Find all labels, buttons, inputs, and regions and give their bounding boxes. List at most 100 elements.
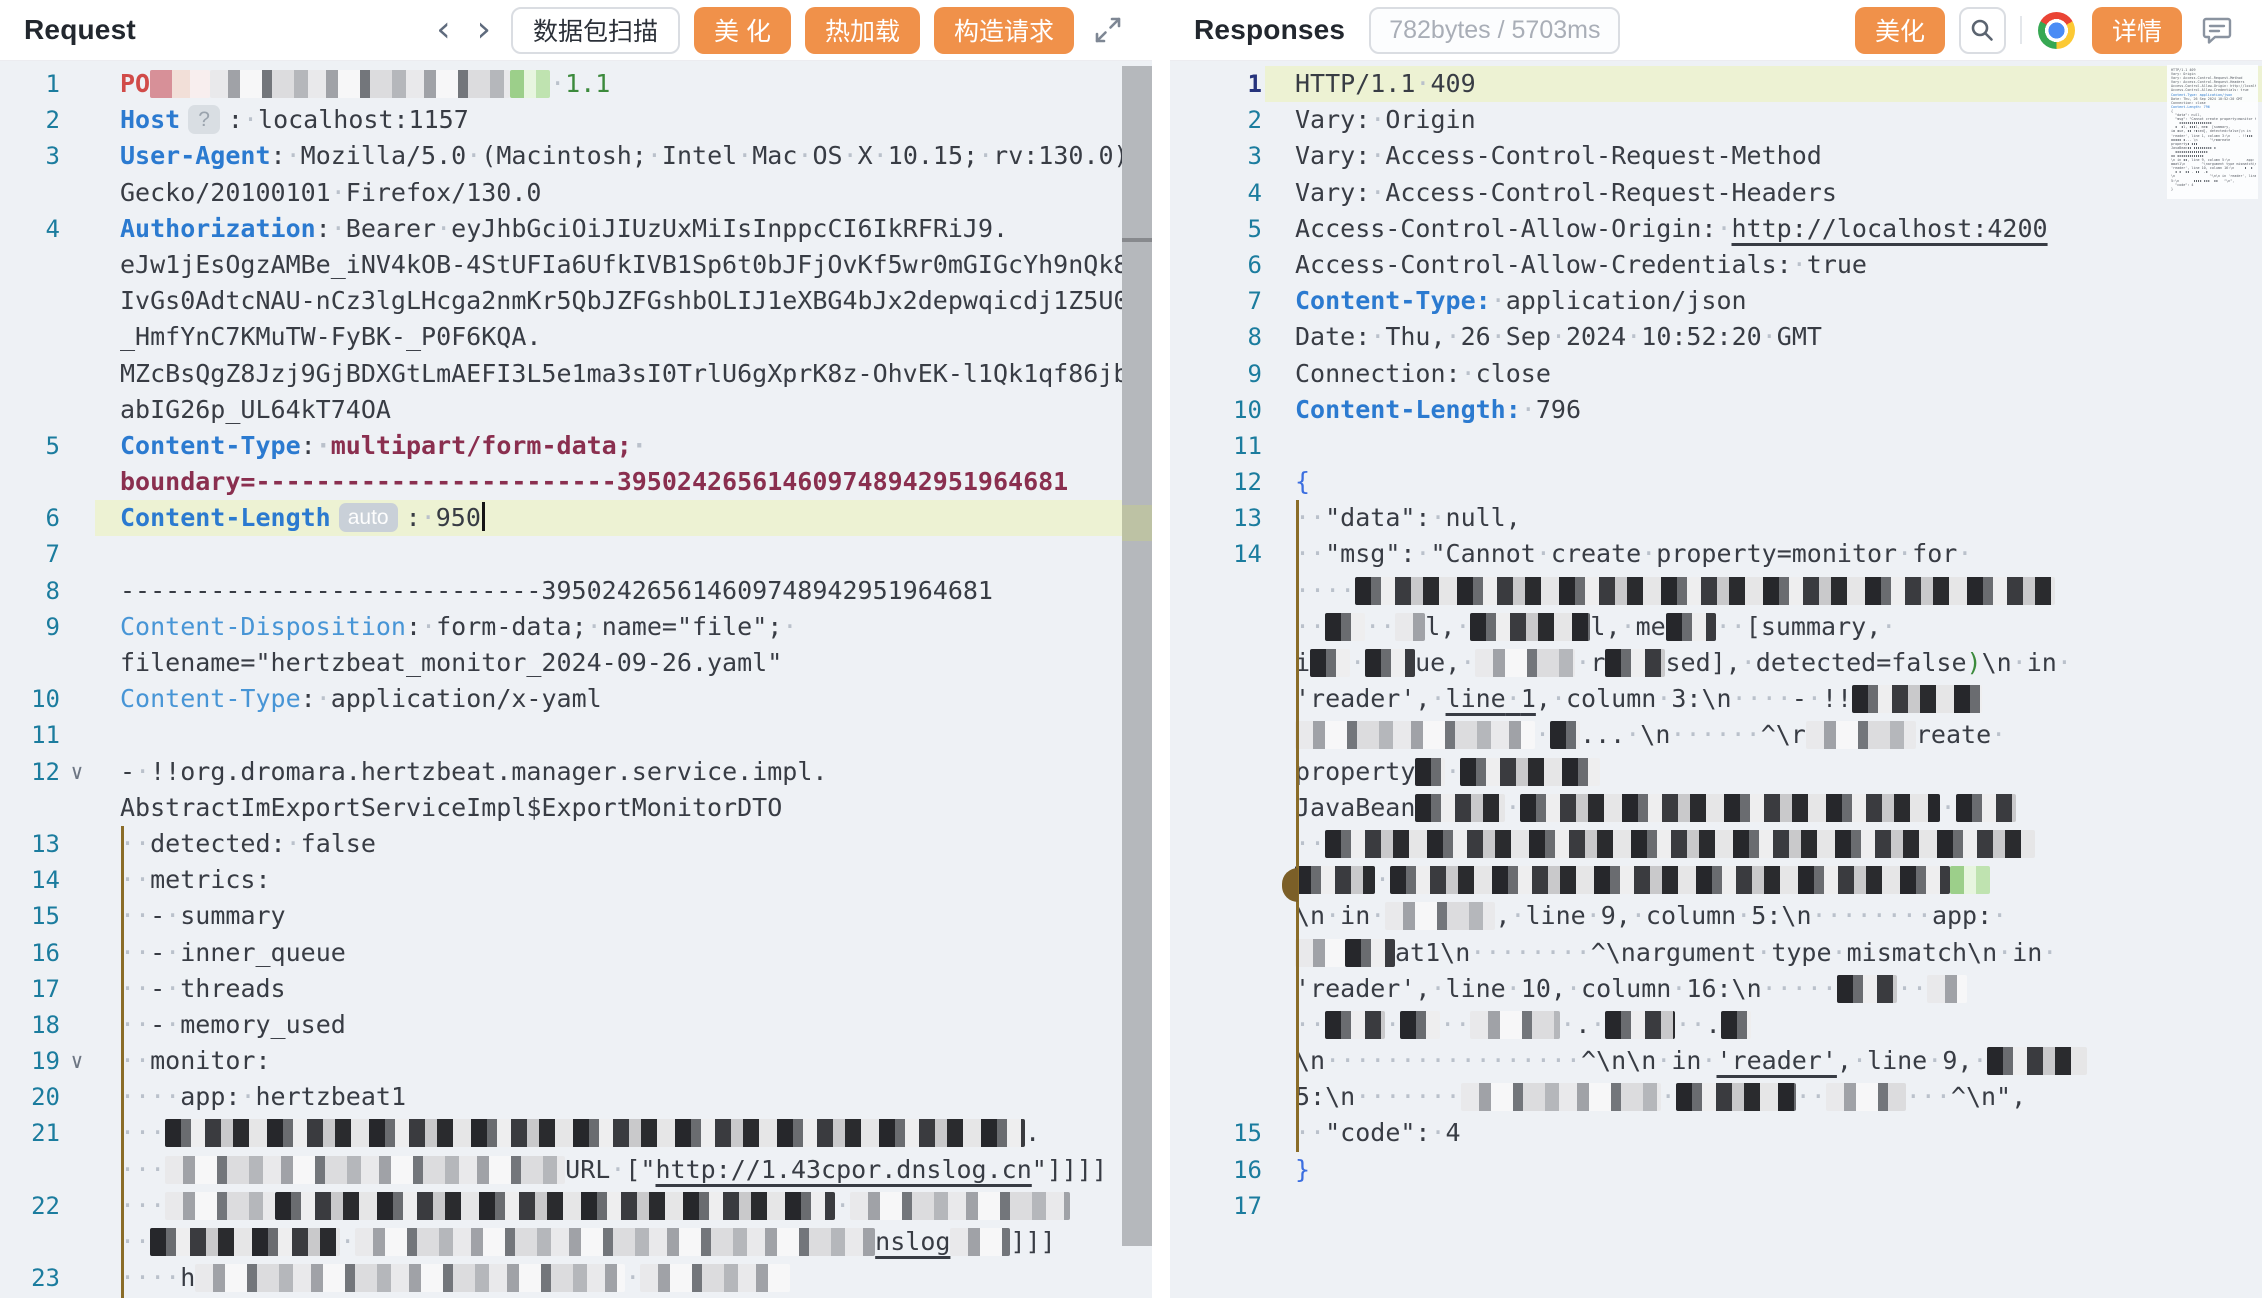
- code-row: _HmfYnC7KMuTW-FyBK-_P0F6KQA.: [0, 319, 1152, 355]
- code-row: 7Content-Type:·application/json: [1170, 283, 2262, 319]
- code-row: 12∨-·!!org.dromara.hertzbeat.manager.ser…: [0, 754, 1152, 790]
- code-row: 2Host?:·localhost:1157: [0, 102, 1152, 138]
- code-row: 15··-·summary: [0, 898, 1152, 934]
- packet-tool-window: Request ‹ › 数据包扫描 美 化 热加载 构造请求 1PO·1.12H…: [0, 0, 2262, 1298]
- comment-icon: [2200, 13, 2234, 47]
- code-row: 14··metrics:: [0, 862, 1152, 898]
- request-editor[interactable]: 1PO·1.12Host?:·localhost:11573User-Agent…: [0, 61, 1152, 1298]
- construct-request-button[interactable]: 构造请求: [934, 7, 1074, 54]
- code-row: ·...·\n······^\rreate·: [1170, 717, 2262, 753]
- response-title: Responses: [1194, 14, 1345, 46]
- request-panel: Request ‹ › 数据包扫描 美 化 热加载 构造请求 1PO·1.12H…: [0, 0, 1152, 1298]
- prev-request-button[interactable]: ‹: [430, 12, 456, 48]
- code-row: filename="hertzbeat_monitor_2024-09-26.y…: [0, 645, 1152, 681]
- code-row: 8----------------------------39502426561…: [0, 573, 1152, 609]
- code-row: 12{: [1170, 464, 2262, 500]
- code-row: 6Content-Lengthauto:·950: [0, 500, 1152, 536]
- code-row: 20····app:·hertzbeat1: [0, 1079, 1152, 1115]
- code-row: abIG26p_UL64kT74OA: [0, 392, 1152, 428]
- code-row: property·: [1170, 754, 2262, 790]
- code-row: 16}: [1170, 1152, 2262, 1188]
- comment-button[interactable]: [2196, 9, 2238, 51]
- code-row: ···nslog]]]: [0, 1224, 1152, 1260]
- next-request-button[interactable]: ›: [471, 12, 497, 48]
- expand-icon[interactable]: [1088, 10, 1128, 50]
- code-row: 8Date:·Thu,·26·Sep·2024·10:52:20·GMT: [1170, 319, 2262, 355]
- search-icon: [1969, 17, 1995, 43]
- request-scrollbar[interactable]: [1122, 66, 1152, 1246]
- open-in-chrome-button[interactable]: [2036, 9, 2078, 51]
- code-row: 13··detected:·false: [0, 826, 1152, 862]
- beautify-request-button[interactable]: 美 化: [694, 7, 791, 54]
- code-row: 9Content-Disposition:·form-data;·name="f…: [0, 609, 1152, 645]
- response-code: 1HTTP/1.1·4092Vary:·Origin3Vary:·Access-…: [1170, 61, 2262, 1224]
- code-row: JavaBean··: [1170, 790, 2262, 826]
- request-header: Request ‹ › 数据包扫描 美 化 热加载 构造请求: [0, 0, 1152, 61]
- code-row: IvGs0AdtcNAU-nCz3lgLHcga2nmKr5QbJZFGshbO…: [0, 283, 1152, 319]
- code-row: 17··-·threads: [0, 971, 1152, 1007]
- code-row: 4Vary:·Access-Control-Request-Headers: [1170, 175, 2262, 211]
- size-time-badge: 782bytes / 5703ms: [1369, 7, 1620, 54]
- code-row: 10Content-Type:·application/x-yaml: [0, 681, 1152, 717]
- code-row: AbstractImExportServiceImpl$ExportMonito…: [0, 790, 1152, 826]
- code-row: 'reader',·line·10,·column·16:\n·······: [1170, 971, 2262, 1007]
- code-row: 1PO·1.1: [0, 66, 1152, 102]
- code-row: ····l,·l,·me··[summary,·: [1170, 609, 2262, 645]
- code-row: 23····h·: [0, 1260, 1152, 1296]
- code-row: 19∨··monitor:: [0, 1043, 1152, 1079]
- panel-divider[interactable]: [1152, 0, 1170, 1298]
- code-row: 6Access-Control-Allow-Credentials:·true: [1170, 247, 2262, 283]
- code-row: ·: [1170, 862, 2262, 898]
- code-row: ··: [1170, 826, 2262, 862]
- code-row: 3Vary:·Access-Control-Request-Method: [1170, 138, 2262, 174]
- code-row: \n·················^\n\n·in·'reader',·li…: [1170, 1043, 2262, 1079]
- code-row: MZcBsQgZ8Jzj9GjBDXGtLmAEFI3L5e1ma3sI0Trl…: [0, 356, 1152, 392]
- code-row: 22····: [0, 1188, 1152, 1224]
- response-editor[interactable]: 1HTTP/1.1·4092Vary:·Origin3Vary:·Access-…: [1170, 61, 2262, 1298]
- search-button[interactable]: [1959, 7, 2006, 54]
- minimap[interactable]: HTTP/1.1 409Vary: OriginVary: Access-Con…: [2167, 65, 2258, 199]
- divider: [2020, 16, 2022, 44]
- scrollbar-mark: [1122, 238, 1152, 242]
- code-row: 16··-·inner_queue: [0, 935, 1152, 971]
- code-row: 13··"data":·null,: [1170, 500, 2262, 536]
- request-code: 1PO·1.12Host?:·localhost:11573User-Agent…: [0, 61, 1152, 1298]
- code-row: 11: [0, 717, 1152, 753]
- detail-button[interactable]: 详情: [2092, 7, 2182, 54]
- code-row: 1HTTP/1.1·409: [1170, 66, 2262, 102]
- beautify-response-button[interactable]: 美化: [1855, 7, 1945, 54]
- request-title: Request: [24, 14, 136, 46]
- code-row: i·ue,··rsed],·detected=false)\n·in·: [1170, 645, 2262, 681]
- code-row: 10Content-Length:·796: [1170, 392, 2262, 428]
- code-row: 21···.: [0, 1115, 1152, 1151]
- code-row: 15··"code":·4: [1170, 1115, 2262, 1151]
- code-row: 3User-Agent:·Mozilla/5.0·(Macintosh;·Int…: [0, 138, 1152, 174]
- code-row: 11: [1170, 428, 2262, 464]
- code-row: 5Content-Type:·multipart/form-data;·: [0, 428, 1152, 464]
- code-row: 2Vary:·Origin: [1170, 102, 2262, 138]
- code-row: 5Access-Control-Allow-Origin:·http://loc…: [1170, 211, 2262, 247]
- code-row: 9Connection:·close: [1170, 356, 2262, 392]
- code-row: at1\n········^\nargument·type·mismatch\n…: [1170, 935, 2262, 971]
- response-panel: Responses 782bytes / 5703ms 美化 详情: [1170, 0, 2262, 1298]
- code-row: eJw1jEsOgzAMBe_iNV4kOB-4StUFIa6UfkIVB1Sp…: [0, 247, 1152, 283]
- code-row: ···URL·["http://1.43cpor.dnslog.cn"]]]]: [0, 1152, 1152, 1188]
- code-row: 5:\n·············^\n",: [1170, 1079, 2262, 1115]
- chrome-icon: [2038, 12, 2075, 49]
- packet-scan-button[interactable]: 数据包扫描: [511, 7, 680, 54]
- code-row: 17: [1170, 1188, 2262, 1224]
- code-row: Gecko/20100101·Firefox/130.0: [0, 175, 1152, 211]
- code-row: 4Authorization:·Bearer·eyJhbGciOiJIUzUxM…: [0, 211, 1152, 247]
- scrollbar-highlight-mark: [1122, 505, 1152, 541]
- code-row: ····: [1170, 573, 2262, 609]
- code-row: 18··-·memory_used: [0, 1007, 1152, 1043]
- code-row: 'reader',·line·1,·column·3:\n····-·!!: [1170, 681, 2262, 717]
- code-row: ······.···.: [1170, 1007, 2262, 1043]
- code-row: 7: [0, 536, 1152, 572]
- hot-reload-button[interactable]: 热加载: [805, 7, 920, 54]
- code-row: boundary=------------------------3950242…: [0, 464, 1152, 500]
- indent-guide: [121, 826, 124, 1298]
- code-row: 14··"msg":·"Cannot·create·property=monit…: [1170, 536, 2262, 572]
- response-header: Responses 782bytes / 5703ms 美化 详情: [1170, 0, 2262, 61]
- indent-guide: [1296, 500, 1299, 1152]
